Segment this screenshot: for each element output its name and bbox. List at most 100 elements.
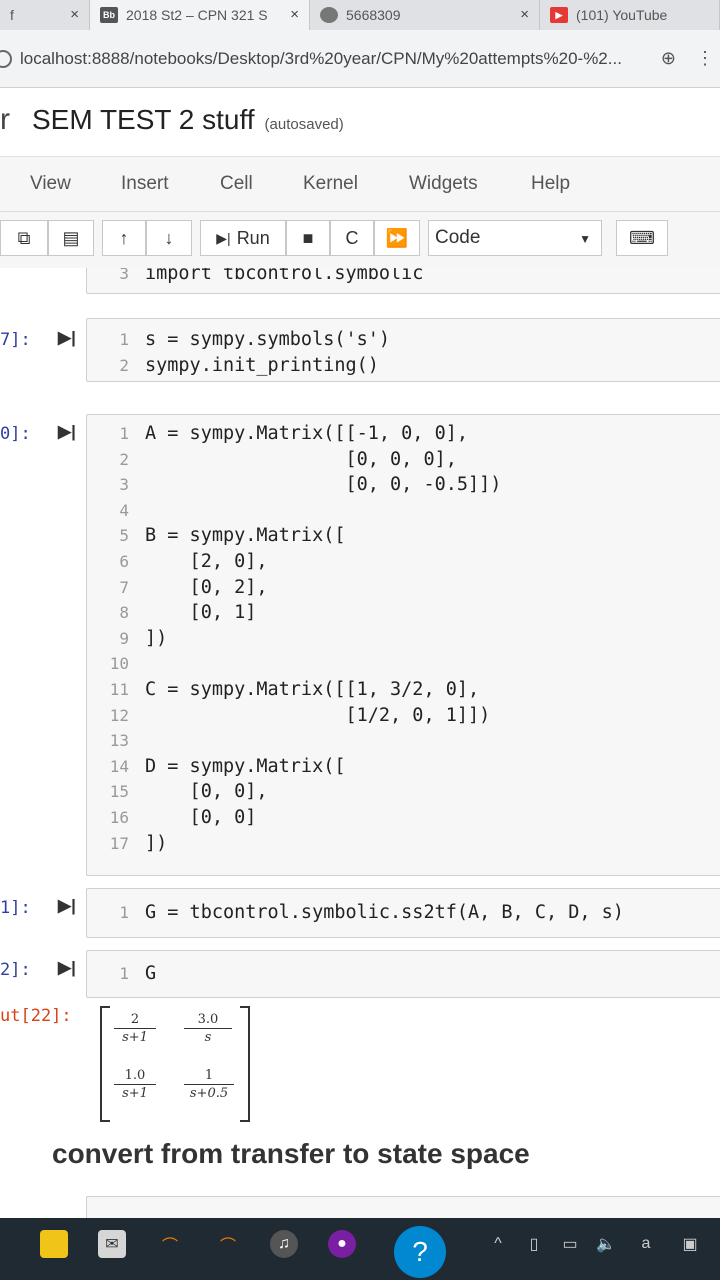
move-up-button[interactable]: ↑	[102, 220, 146, 256]
line-number: 12	[109, 705, 129, 725]
notification-icon[interactable]: ▣	[676, 1230, 704, 1258]
code-cell[interactable]: 7]: ▶| 1 s = sympy.symbols('s') 2 sympy.in…	[0, 318, 720, 384]
run-cell-icon[interactable]: ▶|	[58, 896, 76, 916]
language-icon[interactable]: a	[632, 1230, 660, 1258]
sticky-notes-icon[interactable]	[40, 1230, 68, 1258]
step-forward-icon: ▶|	[216, 229, 231, 246]
browser-tab[interactable]: ▶ (101) YouTube	[540, 0, 720, 30]
jupyter-logo-fragment[interactable]: r	[0, 103, 10, 137]
code-input[interactable]	[86, 1196, 720, 1218]
menu-widgets[interactable]: Widgets	[409, 173, 478, 195]
interrupt-button[interactable]: ■	[286, 220, 330, 256]
copy-icon: ⧉	[17, 227, 31, 248]
code-line: s = sympy.symbols('s')	[145, 329, 391, 350]
notebook-title[interactable]: SEM TEST 2 stuff	[32, 104, 255, 136]
numerator: 1	[184, 1068, 234, 1085]
matrix-entry: 2 s+1	[114, 1012, 156, 1045]
code-input[interactable]: 1 s = sympy.symbols('s') 2 sympy.init_prin…	[86, 318, 720, 382]
move-down-button[interactable]: ↓	[146, 220, 192, 256]
numerator: 1.0	[114, 1068, 156, 1085]
code-input[interactable]: 1 G = tbcontrol.symbolic.ss2tf(A, B, C, D…	[86, 888, 720, 938]
paste-button[interactable]: ▤	[48, 220, 94, 256]
matrix-entry: 3.0 s	[184, 1012, 232, 1045]
code-input[interactable]: 1G	[86, 950, 720, 998]
menu-insert[interactable]: Insert	[121, 173, 169, 195]
code-line: G	[145, 963, 157, 984]
run-cell-icon[interactable]: ▶|	[58, 958, 76, 978]
line-number: 1	[119, 424, 129, 443]
browser-tab[interactable]: f ×	[0, 0, 90, 30]
mail-icon[interactable]: ✉	[98, 1230, 126, 1258]
code-input[interactable]: 1 A = sympy.Matrix([[-1, 0, 0], 2 [0, 0, …	[86, 414, 720, 876]
line-number: 15	[109, 782, 129, 802]
matrix-right-bracket	[240, 1006, 250, 1122]
notebook-header: r SEM TEST 2 stuff (autosaved)	[0, 88, 720, 152]
line-number: 4	[119, 500, 129, 520]
run-cell-icon[interactable]: ▶|	[58, 328, 76, 348]
code-line: B = sympy.Matrix([	[145, 525, 346, 547]
denominator: s+1	[122, 1030, 148, 1045]
code-line: [0, 1]	[145, 602, 257, 624]
menu-view[interactable]: View	[30, 173, 71, 195]
code-cell[interactable]: 0]: ▶| 1 A = sympy.Matrix([[-1, 0, 0], 2 …	[0, 414, 720, 878]
app-icon[interactable]: ⌒	[156, 1230, 184, 1258]
restart-icon: C	[345, 227, 359, 248]
command-palette-button[interactable]: ⌨	[616, 220, 668, 256]
close-tab-icon[interactable]: ×	[520, 6, 529, 23]
toolbar: ⧉ ▤ ↑ ↓ ▶| Run ■ C ⏩ Code ▼ ⌨	[0, 212, 720, 268]
more-icon[interactable]: ⋮	[696, 48, 714, 69]
denominator: s+1	[122, 1086, 148, 1101]
code-cell[interactable]: 2]: ▶| 1G	[0, 950, 720, 1000]
input-prompt: 1]:	[0, 898, 31, 918]
run-all-button[interactable]: ⏩	[374, 220, 420, 256]
browser-tab-active[interactable]: Bb 2018 St2 – CPN 321 S ×	[90, 0, 310, 30]
markdown-heading[interactable]: convert from transfer to state space	[52, 1138, 530, 1170]
volume-icon[interactable]: 🔈	[592, 1230, 620, 1258]
close-tab-icon[interactable]: ×	[70, 6, 79, 23]
music-icon[interactable]: ♫	[270, 1230, 298, 1258]
denominator: s+0.5	[189, 1086, 229, 1101]
paste-icon: ▤	[62, 227, 80, 248]
code-line: ])	[145, 627, 168, 649]
line-number: 5	[119, 526, 129, 546]
code-line: import tbcontrol.symbolic	[145, 268, 424, 284]
info-icon[interactable]	[0, 49, 12, 68]
close-tab-icon[interactable]: ×	[290, 6, 299, 23]
input-prompt: 7]:	[0, 330, 31, 350]
app-icon[interactable]: ⌒	[214, 1230, 242, 1258]
keyboard-icon: ⌨	[629, 227, 655, 248]
menu-cell[interactable]: Cell	[220, 173, 253, 195]
code-line: [0, 0, -0.5]])	[145, 474, 502, 496]
menu-kernel[interactable]: Kernel	[303, 173, 358, 195]
help-icon[interactable]: ?	[394, 1226, 446, 1278]
code-cell[interactable]: 3 import tbcontrol.symbolic	[0, 268, 720, 296]
tab-label: (101) YouTube	[576, 7, 668, 23]
network-icon[interactable]: ▭	[556, 1230, 584, 1258]
menu-help[interactable]: Help	[531, 173, 570, 195]
blackboard-favicon-icon: Bb	[100, 7, 118, 23]
line-number: 8	[119, 603, 129, 623]
code-input[interactable]: 3 import tbcontrol.symbolic	[86, 268, 720, 294]
url-field[interactable]: localhost:8888/notebooks/Desktop/3rd%20y…	[20, 49, 661, 69]
app-icon[interactable]: ●	[328, 1230, 356, 1258]
line-number: 3	[119, 268, 129, 283]
cell-type-select[interactable]: Code ▼	[428, 220, 602, 256]
code-line: [0, 0],	[145, 781, 268, 803]
browser-tab[interactable]: 5668309 ×	[310, 0, 540, 30]
copy-button[interactable]: ⧉	[0, 220, 48, 256]
run-cell-icon[interactable]: ▶|	[58, 422, 76, 442]
code-cell[interactable]	[0, 1196, 720, 1218]
autosave-status: (autosaved)	[264, 115, 344, 133]
browser-tab-strip: f × Bb 2018 St2 – CPN 321 S × 5668309 × …	[0, 0, 720, 30]
run-button[interactable]: ▶| Run	[200, 220, 286, 256]
arrow-down-icon: ↓	[164, 227, 174, 248]
code-cell[interactable]: 1]: ▶| 1 G = tbcontrol.symbolic.ss2tf(A, …	[0, 888, 720, 940]
chevron-up-icon[interactable]: ^	[484, 1230, 512, 1258]
arrow-up-icon: ↑	[119, 227, 129, 248]
code-line: D = sympy.Matrix([	[145, 755, 346, 777]
numerator: 2	[114, 1012, 156, 1029]
zoom-icon[interactable]: ⊕	[661, 48, 676, 69]
restart-button[interactable]: C	[330, 220, 374, 256]
cell-type-value: Code	[435, 227, 481, 248]
code-line: [0, 0]	[145, 806, 257, 828]
